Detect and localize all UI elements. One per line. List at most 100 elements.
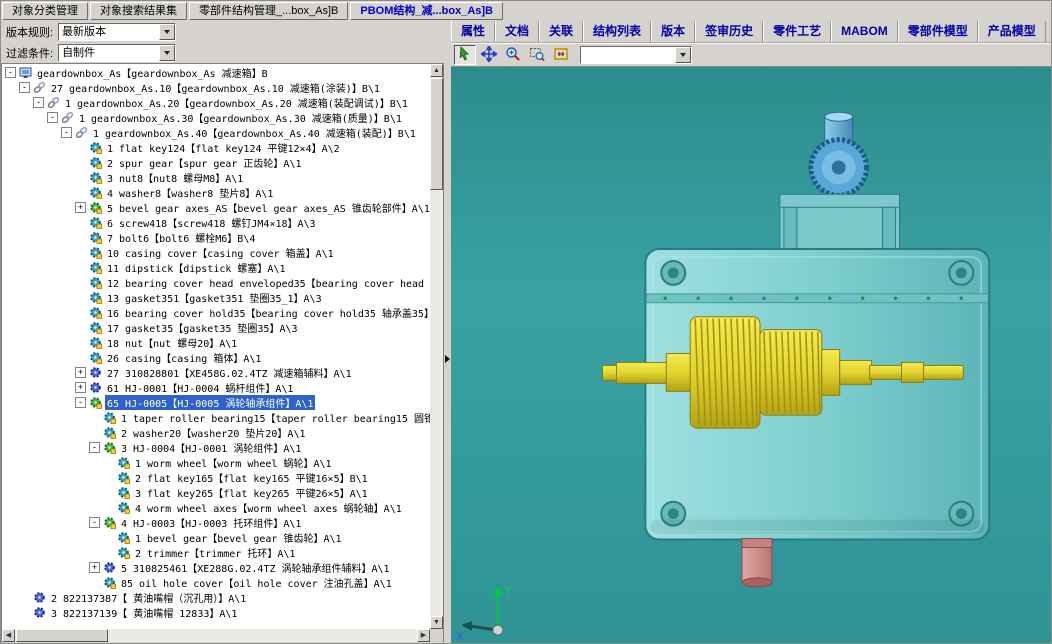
action-button-3[interactable]: 结构列表 [583,21,651,42]
expand-plus-icon[interactable]: + [75,382,86,393]
tree-row[interactable]: 6 screw418【screw418 螺钉JM4×18】A\3 [2,215,430,230]
action-button-1[interactable]: 文档 [495,21,539,42]
tree-indent [2,492,103,493]
action-button-7[interactable]: MABOM [831,21,898,42]
scroll-up-button[interactable]: ▲ [430,64,443,77]
select-tool-button[interactable] [454,45,476,65]
tab-2[interactable]: 零部件结构管理_...box_As]B [189,2,348,20]
zoom-tool-button[interactable] [502,45,524,65]
scroll-down-button[interactable]: ▼ [430,616,443,629]
tree-row[interactable]: -geardownbox_As【geardownbox_As 减速箱】B [2,65,430,80]
splitter-collapse-icon[interactable] [445,355,450,363]
collapse-minus-icon[interactable]: - [33,97,44,108]
tree-row[interactable]: -4 HJ-0003【HJ-0003 托环组件】A\1 [2,515,430,530]
tree-row[interactable]: 4 washer8【washer8 垫片8】A\1 [2,185,430,200]
3d-viewport[interactable]: Y X [451,67,1051,643]
version-rule-dropdown-button[interactable] [159,24,175,40]
version-rule-select[interactable]: 最新版本 [58,23,176,41]
tree-row[interactable]: 2 washer20【washer20 垫片20】A\1 [2,425,430,440]
tree-row[interactable]: 3 flat key265【flat key265 平键26×5】A\1 [2,485,430,500]
tree-row[interactable]: 4 worm wheel axes【worm wheel axes 蜗轮轴】A\… [2,500,430,515]
collapse-minus-icon[interactable]: - [5,67,16,78]
tree-row[interactable]: 2 trimmer【trimmer 托环】A\1 [2,545,430,560]
collapse-minus-icon[interactable]: - [19,82,30,93]
tree-row[interactable]: 1 bevel gear【bevel gear 锥齿轮】A\1 [2,530,430,545]
tree-row[interactable]: 18 nut【nut 螺母20】A\1 [2,335,430,350]
tree-row[interactable]: 13 gasket351【gasket351 垫圈35_1】A\3 [2,290,430,305]
tree-row[interactable]: +61 HJ-0001【HJ-0004 蜗杆组件】A\1 [2,380,430,395]
tree-row-label: 65 HJ-0005【HJ-0005 涡轮轴承组件】A\1 [105,395,315,410]
gear-part-icon [89,216,103,229]
tree-row[interactable]: 17 gasket35【gasket35 垫圈35】A\3 [2,320,430,335]
tab-3-active[interactable]: PBOM结构_减...box_As]B [350,2,503,20]
vertical-scroll-thumb[interactable] [430,78,443,190]
pan-tool-button[interactable] [478,45,500,65]
horizontal-scroll-thumb[interactable] [16,629,108,642]
tree-row[interactable]: -1 geardownbox_As.40【geardownbox_As.40 减… [2,125,430,140]
action-button-0[interactable]: 属性 [451,21,495,42]
tree-row[interactable]: 3 822137139【 黄油嘴帽 12833】A\1 [2,605,430,620]
expand-plus-icon[interactable]: + [89,562,100,573]
fit-tool-button[interactable] [550,45,572,65]
action-button-6[interactable]: 零件工艺 [763,21,831,42]
chevron-down-icon [164,30,170,34]
tree-row-label: 2 822137387【 黄油嘴帽（沉孔用）】A\1 [49,590,248,605]
tree-row[interactable]: 11 dipstick【dipstick 螺塞】A\1 [2,260,430,275]
vertical-scrollbar[interactable]: ▲ ▼ [430,64,443,629]
collapse-minus-icon[interactable]: - [75,397,86,408]
tree-row[interactable]: -27 geardownbox_As.10【geardownbox_As.10 … [2,80,430,95]
gear-blue-icon [103,561,117,574]
scrollbar-corner [430,629,443,642]
tree-row[interactable]: 7 bolt6【bolt6 螺栓M6】B\4 [2,230,430,245]
tree-row[interactable]: 2 flat key165【flat key165 平键16×5】B\1 [2,470,430,485]
tree-row[interactable]: 85 oil hole cover【oil hole cover 注油孔盖】A\… [2,575,430,590]
collapse-minus-icon[interactable]: - [47,112,58,123]
view-config-dropdown-button[interactable] [675,47,691,63]
model-output-shaft [742,539,772,587]
tree-row[interactable]: -1 geardownbox_As.20【geardownbox_As.20 减… [2,95,430,110]
scroll-left-button[interactable]: ◀ [2,629,15,642]
action-button-4[interactable]: 版本 [651,21,695,42]
tree-row[interactable]: - 65 HJ-0005【HJ-0005 涡轮轴承组件】A\1 [2,395,430,410]
action-button-bar: 属性文档关联结构列表版本签审历史零件工艺MABOM零部件模型产品模型 [451,21,1051,43]
action-button-2[interactable]: 关联 [539,21,583,42]
tree-row[interactable]: +5 310825461【XE288G.02.4TZ 涡轮轴承组件辅料】A\1 [2,560,430,575]
tree-row[interactable]: 16 bearing cover hold35【bearing cover ho… [2,305,430,320]
tree-row[interactable]: +27 310828801【XE458G.02.4TZ 减速箱辅料】A\1 [2,365,430,380]
tree-row[interactable]: 2 spur gear【spur gear 正齿轮】A\1 [2,155,430,170]
action-button-9[interactable]: 产品模型 [978,21,1046,42]
tree-row[interactable]: 12 bearing cover head enveloped35【bearin… [2,275,430,290]
tree-row[interactable]: 1 worm wheel【worm wheel 蜗轮】A\1 [2,455,430,470]
action-button-8[interactable]: 零部件模型 [898,21,978,42]
tab-1[interactable]: 对象搜索结果集 [90,2,187,20]
tree-row[interactable]: +5 bevel gear axes_AS【bevel gear axes_AS… [2,200,430,215]
collapse-minus-icon[interactable]: - [61,127,72,138]
tree-indent [2,102,33,103]
filter-condition-dropdown-button[interactable] [159,45,175,61]
horizontal-scrollbar[interactable]: ◀ ▶ [2,629,430,642]
expand-plus-icon[interactable]: + [75,202,86,213]
view-config-select[interactable] [580,46,692,64]
tree-row-label: 61 HJ-0001【HJ-0004 蜗杆组件】A\1 [105,380,295,395]
action-button-5[interactable]: 签审历史 [695,21,763,42]
tree-row[interactable]: 3 nut8【nut8 螺母M8】A\1 [2,170,430,185]
chevron-down-icon [680,53,686,57]
tree-row-label: 16 bearing cover hold35【bearing cover ho… [105,305,430,320]
tree-row[interactable]: 10 casing cover【casing cover 箱盖】A\1 [2,245,430,260]
collapse-minus-icon[interactable]: - [89,517,100,528]
tree-row[interactable]: 1 taper roller bearing15【taper roller be… [2,410,430,425]
expand-plus-icon[interactable]: + [75,367,86,378]
tree-row[interactable]: -3 HJ-0004【HJ-0001 涡轮组件】A\1 [2,440,430,455]
tree-row[interactable]: 26 casing【casing 箱体】A\1 [2,350,430,365]
gearbox-3d-model[interactable]: Y X [451,67,1051,643]
panel-splitter[interactable] [444,21,451,643]
tree-row[interactable]: 1 flat key124【flat key124 平键12×4】A\2 [2,140,430,155]
filter-condition-select[interactable]: 自制件 [58,44,176,62]
tree-row[interactable]: -1 geardownbox_As.30【geardownbox_As.30 减… [2,110,430,125]
tab-0[interactable]: 对象分类管理 [2,2,88,20]
root-icon [19,66,33,79]
scroll-right-button[interactable]: ▶ [417,629,430,642]
collapse-minus-icon[interactable]: - [89,442,100,453]
tree-row[interactable]: 2 822137387【 黄油嘴帽（沉孔用）】A\1 [2,590,430,605]
zoom-window-tool-button[interactable] [526,45,548,65]
